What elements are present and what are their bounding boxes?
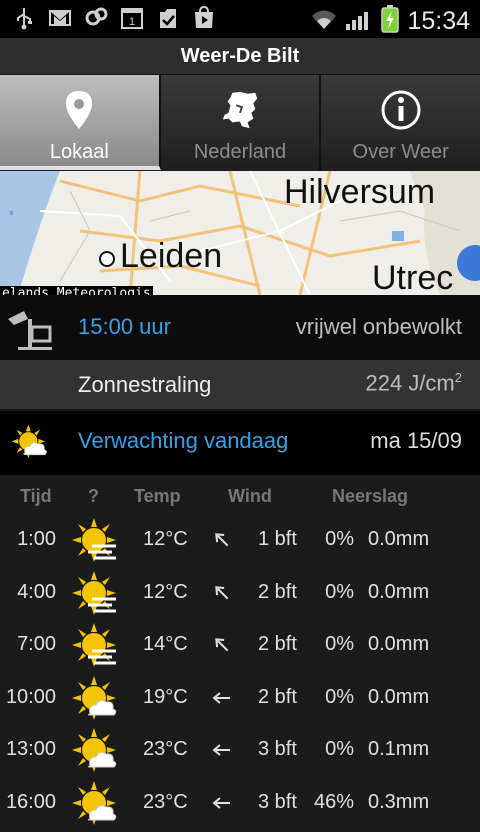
sun-cloud-icon: [70, 779, 118, 827]
row-precip-mm: 0.1mm: [368, 738, 430, 760]
sunshine-label: Zonnestraling: [78, 372, 212, 397]
tab-over-weer-label: Over Weer: [352, 141, 449, 163]
tab-over-weer[interactable]: Over Weer: [321, 75, 480, 170]
arrow-northwest-icon: [210, 528, 234, 552]
row-temp: 23°C: [143, 738, 188, 760]
row-precip-mm: 0.0mm: [368, 685, 430, 708]
row-time: 16:00: [5, 790, 56, 813]
observation-time: 15:00 uur: [78, 314, 171, 339]
clock: 15:34: [407, 7, 470, 35]
col-header-precip: Neerslag: [332, 486, 409, 506]
map-city-marker: [99, 251, 115, 267]
table-row: 1:00 12°C 1 bft 0% 0.0mm: [0, 514, 480, 566]
forecast-table-header: Tijd ? Temp Wind Neerslag: [0, 486, 480, 510]
row-temp: 14°C: [143, 633, 188, 655]
row-time: 10:00: [5, 685, 56, 708]
status-bar: 1 15:34: [0, 0, 480, 38]
sunshine-unit-exponent: 2: [454, 370, 462, 385]
table-row: 7:00 14°C 2 bft 0% 0.0mm: [0, 619, 480, 671]
arrow-west-icon: [210, 791, 234, 815]
play-store-icon: [192, 6, 216, 30]
sunshine-row: Zonnestraling 224 J/cm2: [0, 361, 480, 409]
weather-station-icon: [6, 305, 56, 356]
map-city-leiden: Leiden: [120, 237, 223, 275]
gmail-icon: [48, 6, 72, 30]
wifi-icon: [311, 7, 337, 36]
row-wind: 2 bft: [258, 580, 297, 603]
arrow-northwest-icon: [210, 581, 234, 605]
row-time: 13:00: [5, 738, 56, 760]
table-row: 13:00 23°C 3 bft 0% 0.1mm: [0, 724, 480, 776]
row-time: 4:00: [17, 580, 56, 603]
sunshine-value-text: 224 J/cm: [365, 370, 455, 396]
table-row: 4:00 12°C 2 bft 0% 0.0mm: [0, 567, 480, 619]
row-precip-mm: 0.3mm: [368, 790, 430, 813]
map-city-hilversum: Hilversum: [284, 173, 436, 211]
sun-fog-icon: [70, 516, 118, 564]
svg-text:1: 1: [129, 16, 135, 28]
row-wind: 2 bft: [258, 633, 297, 655]
row-temp: 12°C: [143, 528, 188, 550]
sun-cloud-icon: [70, 726, 118, 774]
info-icon: [380, 89, 422, 131]
row-wind: 1 bft: [258, 528, 297, 550]
col-header-temp: Temp: [134, 486, 181, 506]
usb-icon: [12, 6, 36, 30]
forecast-label: Verwachting vandaag: [78, 428, 289, 453]
forecast-date: ma 15/09: [370, 428, 462, 453]
tab-bar: Lokaal Nederland Over Weer: [0, 75, 480, 170]
row-temp: 19°C: [143, 685, 188, 708]
col-header-wind: Wind: [228, 486, 272, 506]
table-row: 16:00 23°C 3 bft 46% 0.3mm: [0, 777, 480, 829]
row-temp: 23°C: [143, 790, 188, 813]
tab-nederland-label: Nederland: [193, 141, 287, 163]
forecast-header[interactable]: Verwachting vandaag ma 15/09: [0, 411, 480, 475]
row-wind: 3 bft: [258, 790, 297, 813]
status-icons: 15:34: [311, 5, 470, 38]
sunshine-value: 224 J/cm2: [366, 370, 463, 396]
sun-cloud-icon: [70, 674, 118, 722]
sun-fog-icon: [70, 621, 118, 669]
app-title-bar: Weer-De Bilt: [0, 38, 480, 75]
tab-lokaal[interactable]: Lokaal: [0, 75, 161, 170]
sun-fog-icon: [70, 569, 118, 617]
arrow-west-icon: [210, 686, 234, 710]
location-pin-icon: [58, 89, 100, 131]
sun-cloud-icon: [10, 423, 50, 468]
observation-description: vrijwel onbewolkt: [295, 314, 462, 339]
arrow-west-icon: [210, 738, 234, 762]
row-wind: 2 bft: [258, 685, 297, 708]
battery-charging-icon: [381, 5, 400, 38]
row-precip-percent: 0%: [325, 685, 354, 708]
tab-nederland[interactable]: Nederland: [160, 75, 322, 170]
row-time: 7:00: [17, 633, 56, 655]
notification-icons: 1: [12, 6, 216, 30]
sync-icon: [84, 6, 108, 30]
row-precip-mm: 0.0mm: [368, 528, 430, 550]
col-header-time: Tijd: [20, 486, 52, 506]
row-wind: 3 bft: [258, 738, 297, 760]
row-time: 1:00: [17, 528, 56, 550]
col-header-icon: ?: [88, 486, 99, 506]
tab-lokaal-label: Lokaal: [49, 141, 109, 163]
download-icon: [156, 6, 180, 30]
radar-map[interactable]: Hilversum Leiden Utrec elands Meteorolog…: [0, 171, 480, 295]
map-attribution: elands Meteorologis: [0, 286, 153, 295]
row-precip-percent: 46%: [313, 790, 354, 813]
table-row: 10:00 19°C 2 bft 0% 0.0mm: [0, 672, 480, 724]
map-city-utrecht: Utrec: [372, 259, 454, 295]
row-precip-percent: 0%: [325, 528, 354, 550]
row-temp: 12°C: [143, 580, 188, 603]
observation-row[interactable]: 15:00 uur vrijwel onbewolkt: [0, 295, 480, 361]
row-precip-mm: 0.0mm: [368, 633, 430, 655]
row-precip-percent: 0%: [325, 580, 354, 603]
app-title: Weer-De Bilt: [180, 44, 300, 67]
signal-icon: [345, 7, 373, 36]
row-precip-percent: 0%: [325, 738, 354, 760]
row-precip-percent: 0%: [325, 633, 354, 655]
netherlands-map-icon: [219, 89, 261, 131]
row-precip-mm: 0.0mm: [368, 580, 430, 603]
arrow-northwest-icon: [210, 633, 234, 657]
calendar-icon: 1: [120, 6, 144, 30]
